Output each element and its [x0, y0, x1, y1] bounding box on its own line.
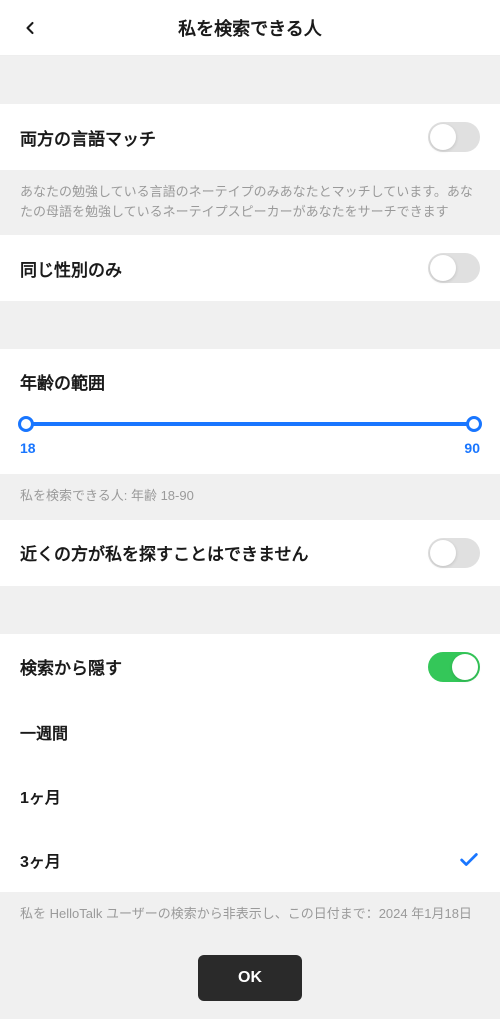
age-range-slider[interactable]	[26, 416, 474, 432]
toggle-knob	[430, 124, 456, 150]
same-gender-toggle[interactable]	[428, 253, 480, 283]
option-label: 一週間	[20, 720, 480, 744]
header: 私を検索できる人	[0, 0, 500, 56]
duration-option-3months[interactable]: 3ヶ月	[0, 828, 500, 892]
toggle-knob	[452, 654, 478, 680]
option-label: 1ヶ月	[20, 784, 480, 808]
age-max-value: 90	[464, 440, 480, 456]
language-match-row: 両方の言語マッチ	[0, 104, 500, 170]
language-match-toggle[interactable]	[428, 122, 480, 152]
spacer	[0, 56, 500, 104]
page-title: 私を検索できる人	[0, 15, 500, 41]
age-min-value: 18	[20, 440, 36, 456]
hide-nearby-section: 近くの方が私を探すことはできません	[0, 520, 500, 586]
chevron-left-icon	[20, 18, 40, 38]
hide-from-search-section: 検索から隠す 一週間 1ヶ月 3ヶ月	[0, 634, 500, 892]
check-icon	[458, 849, 480, 871]
language-match-helper: あなたの勉強している言語のネーテイプのみあなたとマッチしています。あなたの母語を…	[0, 170, 500, 235]
duration-option-1month[interactable]: 1ヶ月	[0, 764, 500, 828]
hide-from-search-helper: 私を HelloTalk ユーザーの検索から非表示し、この日付まで：2024 年…	[0, 892, 500, 938]
hide-from-search-label: 検索から隠す	[20, 654, 428, 679]
duration-option-1week[interactable]: 一週間	[0, 700, 500, 764]
same-gender-row: 同じ性別のみ	[0, 235, 500, 301]
hide-nearby-label: 近くの方が私を探すことはできません	[20, 540, 428, 565]
spacer	[0, 586, 500, 634]
hide-from-search-row: 検索から隠す	[0, 634, 500, 700]
spacer	[0, 301, 500, 349]
hide-nearby-toggle[interactable]	[428, 538, 480, 568]
option-label: 3ヶ月	[20, 848, 458, 872]
ok-button[interactable]: OK	[198, 955, 302, 1001]
slider-labels: 18 90	[20, 440, 480, 456]
language-match-section: 両方の言語マッチ	[0, 104, 500, 170]
age-range-section: 年齢の範囲 18 90	[0, 349, 500, 474]
language-match-label: 両方の言語マッチ	[20, 125, 428, 150]
hide-from-search-toggle[interactable]	[428, 652, 480, 682]
same-gender-label: 同じ性別のみ	[20, 256, 428, 281]
age-range-label: 年齢の範囲	[20, 369, 480, 394]
hide-nearby-row: 近くの方が私を探すことはできません	[0, 520, 500, 586]
back-button[interactable]	[16, 14, 44, 42]
toggle-knob	[430, 255, 456, 281]
age-range-helper: 私を検索できる人: 年齢 18-90	[0, 474, 500, 520]
footer: OK	[0, 937, 500, 1019]
same-gender-section: 同じ性別のみ	[0, 235, 500, 301]
slider-thumb-max[interactable]	[466, 416, 482, 432]
slider-thumb-min[interactable]	[18, 416, 34, 432]
toggle-knob	[430, 540, 456, 566]
slider-track	[26, 422, 474, 426]
